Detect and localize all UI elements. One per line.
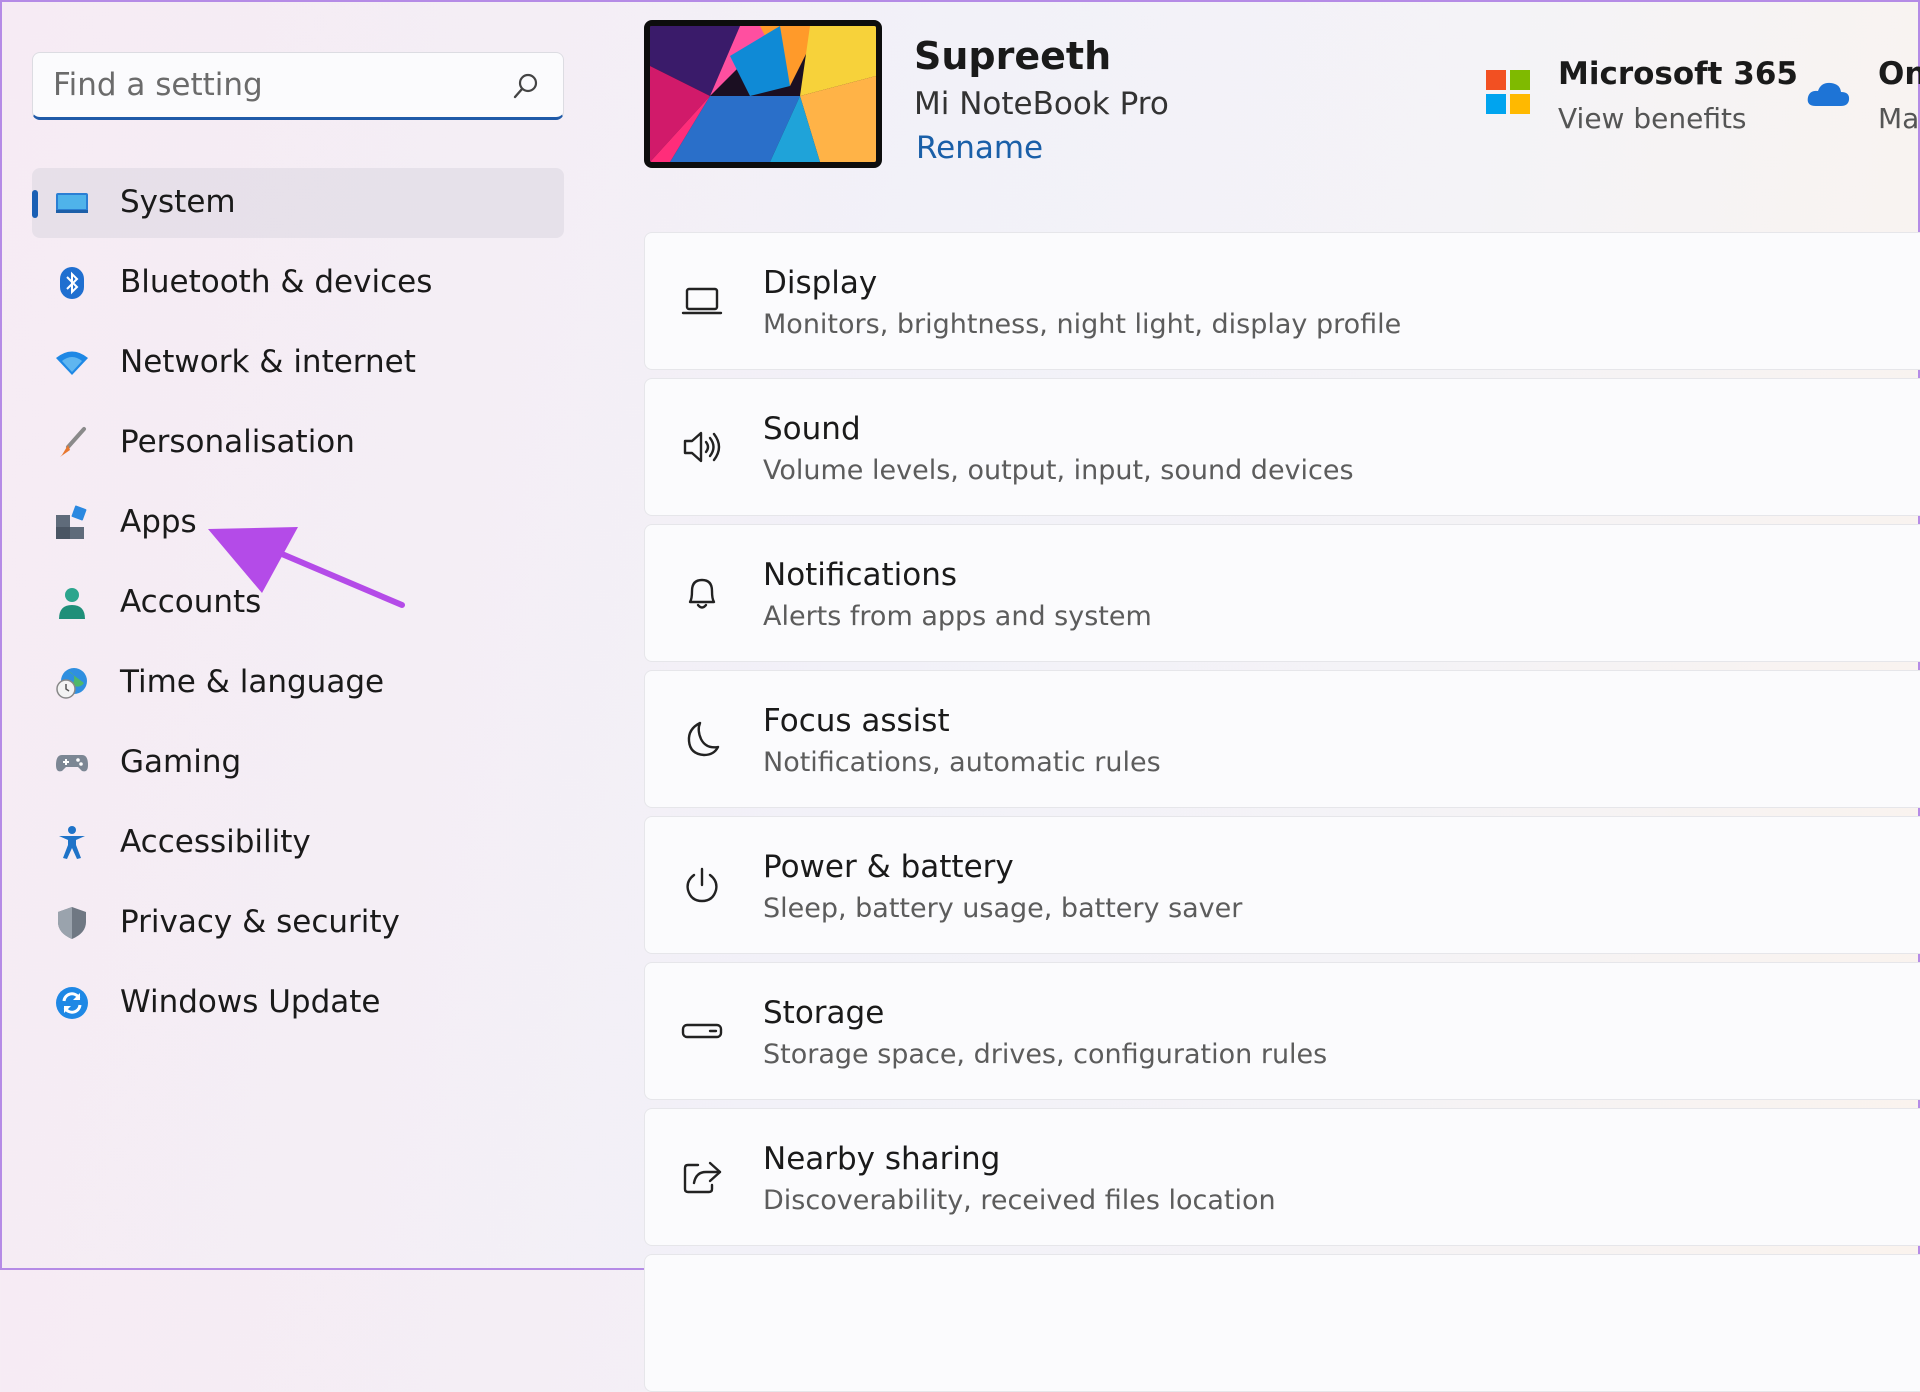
onedrive-subtitle: Ma [1878,102,1920,135]
setting-display[interactable]: Display Monitors, brightness, night ligh… [644,232,1920,370]
setting-subtitle: Notifications, automatic rules [763,747,1161,778]
sidebar-item-label: System [120,184,236,220]
search-icon[interactable] [511,71,541,101]
update-icon [56,987,88,1019]
microsoft365-title: Microsoft 365 [1558,56,1798,92]
setting-subtitle: Sleep, battery usage, battery saver [763,893,1243,924]
device-model: Mi NoteBook Pro [914,86,1169,122]
sidebar-item-personalisation[interactable]: Personalisation [32,408,564,478]
shield-icon [58,907,86,939]
moon-icon [687,721,720,757]
search-box[interactable] [32,52,564,120]
setting-notifications[interactable]: Notifications Alerts from apps and syste… [644,524,1920,662]
power-icon [686,867,718,903]
setting-subtitle: Storage space, drives, configuration rul… [763,1039,1328,1070]
sidebar-item-privacy-security[interactable]: Privacy & security [32,888,564,958]
active-indicator [32,190,38,218]
setting-subtitle: Alerts from apps and system [763,601,1152,632]
sidebar-item-label: Time & language [120,664,385,700]
setting-next-partial[interactable] [644,1254,1920,1392]
drive-icon [681,1023,723,1039]
sidebar-item-time-language[interactable]: Time & language [32,648,564,718]
annotation-arrow [208,527,405,608]
bell-icon [688,578,716,609]
device-name: Supreeth [914,34,1112,78]
paintbrush-icon [60,427,86,457]
apps-icon [56,505,87,539]
share-icon [683,1161,722,1194]
setting-subtitle: Monitors, brightness, night light, displ… [763,309,1402,340]
setting-title: Storage [763,995,885,1031]
device-wallpaper-thumbnail [644,20,882,168]
setting-subtitle: Discoverability, received files location [763,1185,1276,1216]
setting-title: Sound [763,411,861,447]
microsoft365-tile[interactable]: Microsoft 365 View benefits [1486,52,1816,152]
sidebar-item-label: Apps [120,504,197,540]
setting-nearby-sharing[interactable]: Nearby sharing Discoverability, received… [644,1108,1920,1246]
sidebar-item-gaming[interactable]: Gaming [32,728,564,798]
wifi-icon [56,351,88,375]
accessibility-icon [59,826,85,859]
sidebar-item-bluetooth[interactable]: Bluetooth & devices [32,248,564,318]
sidebar-item-label: Bluetooth & devices [120,264,433,300]
onedrive-cloud-icon [1807,82,1850,106]
sidebar-item-label: Windows Update [120,984,381,1020]
person-icon [59,588,85,619]
gamepad-icon [56,755,88,772]
sidebar-item-label: Gaming [120,744,242,780]
setting-power-battery[interactable]: Power & battery Sleep, battery usage, ba… [644,816,1920,954]
sidebar-item-label: Accessibility [120,824,311,860]
sidebar-item-label: Network & internet [120,344,416,380]
setting-storage[interactable]: Storage Storage space, drives, configura… [644,962,1920,1100]
bluetooth-icon [60,267,84,299]
sidebar-item-network[interactable]: Network & internet [32,328,564,398]
onedrive-tile[interactable]: On Ma [1806,52,1920,152]
setting-focus-assist[interactable]: Focus assist Notifications, automatic ru… [644,670,1920,808]
sidebar-item-system[interactable]: System [32,168,564,238]
setting-title: Notifications [763,557,958,593]
sidebar-item-label: Privacy & security [120,904,400,940]
microsoft-logo-icon [1486,70,1530,114]
setting-subtitle: Volume levels, output, input, sound devi… [763,455,1354,486]
globe-clock-icon [56,668,87,699]
rename-link[interactable]: Rename [916,130,1043,166]
setting-title: Nearby sharing [763,1141,1001,1177]
onedrive-title: On [1878,56,1920,92]
speaker-icon [683,431,721,463]
search-input[interactable] [33,53,523,117]
setting-title: Power & battery [763,849,1014,885]
sidebar-item-accessibility[interactable]: Accessibility [32,808,564,878]
system-icon [56,193,88,213]
laptop-icon [681,287,723,315]
setting-sound[interactable]: Sound Volume levels, output, input, soun… [644,378,1920,516]
sidebar-item-label: Personalisation [120,424,355,460]
sidebar-item-windows-update[interactable]: Windows Update [32,968,564,1038]
setting-title: Display [763,265,878,301]
setting-title: Focus assist [763,703,950,739]
view-benefits-link[interactable]: View benefits [1558,102,1747,135]
